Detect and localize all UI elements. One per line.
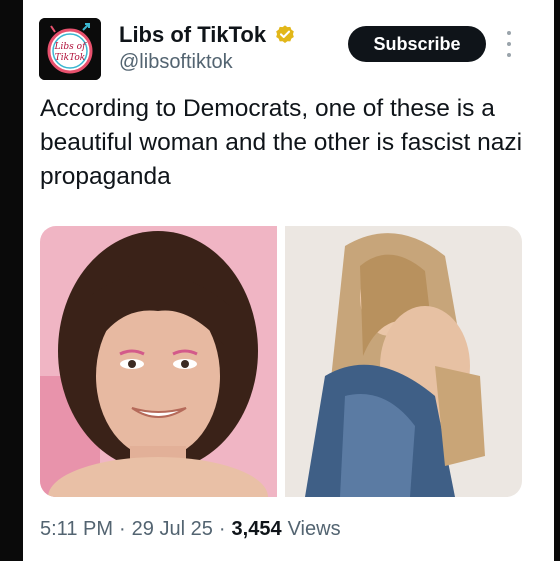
- more-vertical-icon[interactable]: [505, 31, 513, 57]
- author-block: Libs of TikTok @libsoftiktok: [119, 20, 296, 74]
- left-border: [0, 0, 23, 561]
- author-handle[interactable]: @libsoftiktok: [119, 51, 296, 74]
- photo-left-image: [40, 226, 277, 497]
- svg-text:Libs of: Libs of: [54, 42, 88, 52]
- photo-right-image: [285, 226, 522, 497]
- views-count[interactable]: 3,454: [232, 518, 282, 541]
- libs-of-tiktok-logo: Libs of TikTok: [39, 18, 101, 80]
- tweet-meta: 5:11 PM · 29 Jul 25 · 3,454 Views: [40, 518, 341, 541]
- tweet-time[interactable]: 5:11 PM: [40, 518, 113, 541]
- avatar[interactable]: Libs of TikTok: [39, 18, 101, 80]
- views-label: Views: [287, 518, 341, 540]
- meta-separator: ·: [119, 518, 126, 540]
- subscribe-button[interactable]: Subscribe: [348, 26, 486, 62]
- verified-badge-icon: [276, 25, 294, 43]
- author-name[interactable]: Libs of TikTok: [119, 22, 266, 48]
- media-grid: [40, 226, 522, 497]
- media-photo-right[interactable]: [285, 226, 522, 497]
- tweet-card: Libs of TikTok Libs of TikTok @libsoftik…: [23, 0, 554, 561]
- author-name-row: Libs of TikTok: [119, 20, 296, 50]
- meta-separator: ·: [218, 518, 226, 540]
- tweet-date[interactable]: 29 Jul 25: [132, 518, 213, 541]
- screenshot-frame: Libs of TikTok Libs of TikTok @libsoftik…: [0, 0, 560, 561]
- svg-text:TikTok: TikTok: [55, 53, 86, 63]
- tweet-text: According to Democrats, one of these is …: [40, 95, 523, 190]
- right-border: [554, 0, 560, 561]
- media-photo-left[interactable]: [40, 226, 277, 497]
